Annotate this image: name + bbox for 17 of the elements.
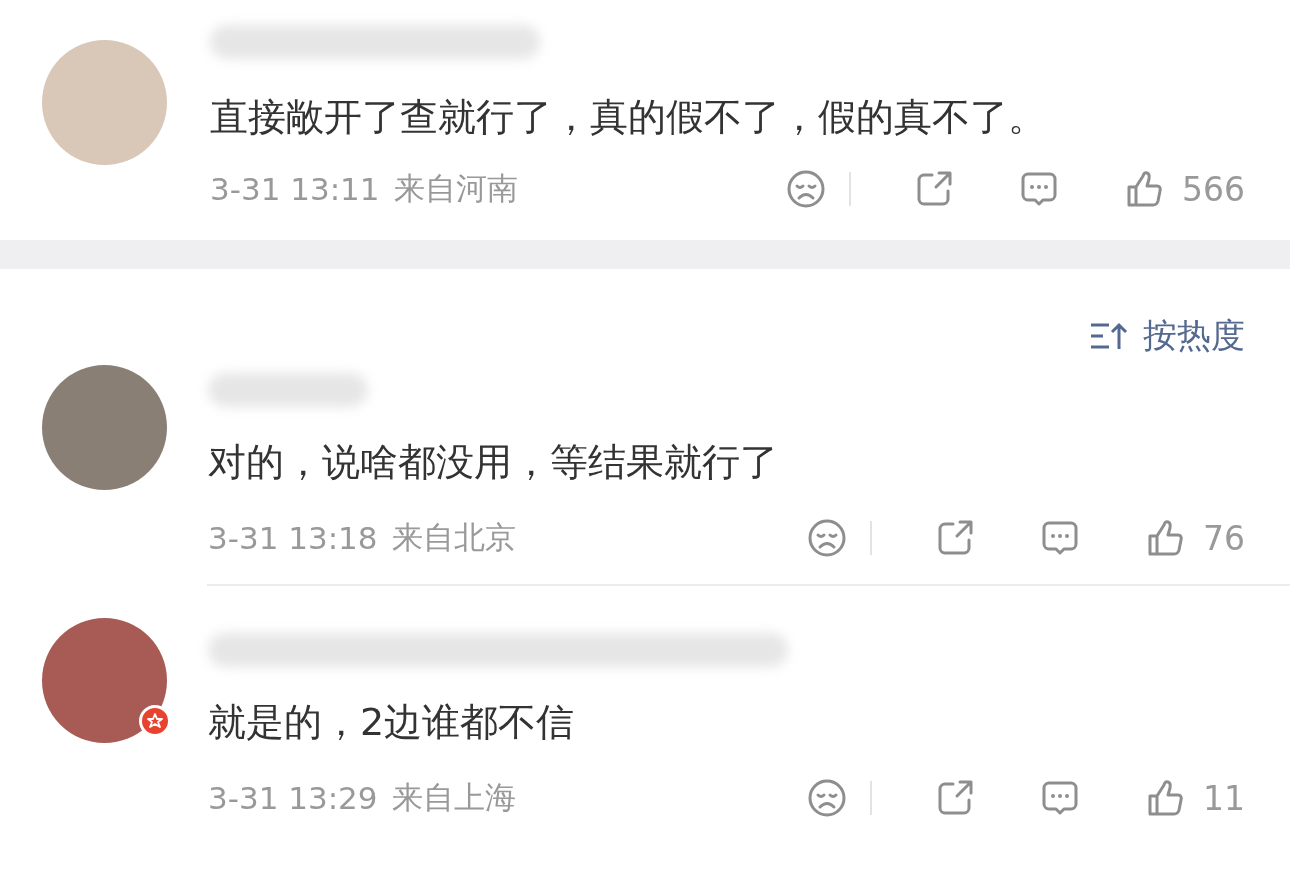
comment-text: 对的，说啥都没用，等结果就行了 <box>208 439 779 486</box>
sort-icon <box>1089 321 1129 351</box>
sad-face-icon[interactable] <box>807 518 847 558</box>
comment-text: 直接敞开了查就行了，真的假不了，假的真不了。 <box>210 94 1047 141</box>
comment-location: 来自河南 <box>393 169 518 208</box>
comment-time: 3-31 13:11 <box>210 171 380 207</box>
sad-face-icon[interactable] <box>786 169 826 209</box>
comment-time: 3-31 13:29 <box>208 780 378 816</box>
sad-face-icon[interactable] <box>807 778 847 818</box>
comment-time: 3-31 13:18 <box>208 520 378 556</box>
comment-text: 就是的，2边谁都不信 <box>208 699 576 746</box>
comment-location: 来自上海 <box>391 778 516 817</box>
like-button[interactable]: 11 <box>1145 778 1245 818</box>
like-button[interactable]: 76 <box>1145 518 1245 558</box>
like-button[interactable]: 566 <box>1124 169 1245 209</box>
comment-location: 来自北京 <box>391 518 516 557</box>
sort-button[interactable]: 按热度 <box>1089 311 1245 361</box>
